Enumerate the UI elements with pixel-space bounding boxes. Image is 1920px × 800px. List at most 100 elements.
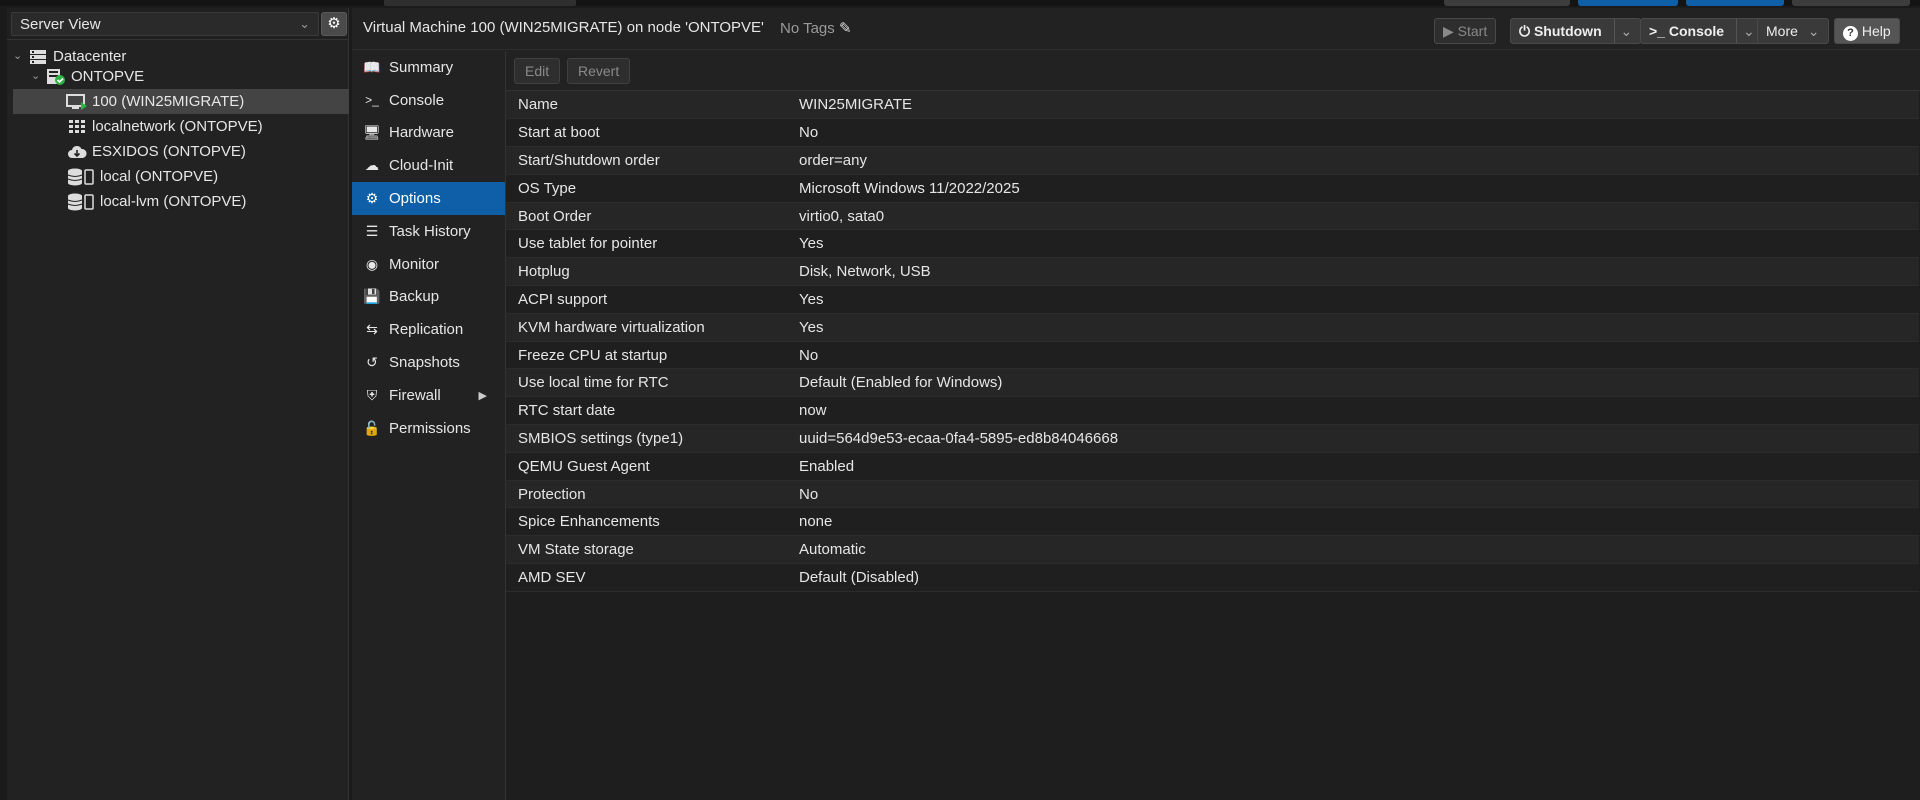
gear-icon[interactable]: ⚙ [321,12,347,36]
option-key: Freeze CPU at startup [506,341,787,370]
start-button[interactable]: ▶ Start [1434,18,1497,44]
table-row[interactable]: Freeze CPU at startup No [506,341,1919,370]
console-button[interactable]: >_ Console ⌄ [1640,18,1764,44]
tree-node-localnetwork[interactable]: localnetwork (ONTOPVE) [66,114,346,139]
vm-running-icon [66,93,88,111]
user-menu-button[interactable] [1792,0,1910,6]
nav-label: Permissions [389,419,471,437]
nav-summary[interactable]: 📖 Summary [352,51,505,84]
options-panel: Edit Revert Name WIN25MIGRATE Start at boo… [505,51,1920,800]
create-vm-button[interactable] [1578,0,1678,6]
tree-node-esxidos[interactable]: ESXIDOS (ONTOPVE) [66,139,346,164]
nav-replication[interactable]: ⇆ Replication [352,313,505,346]
config-nav: 📖 Summary >_ Console 🖥 Hardware ☁ Cloud-Init… [352,51,505,800]
more-button[interactable]: More ⌄ [1757,18,1829,44]
chevron-down-icon[interactable]: ⌄ [1735,19,1755,43]
pencil-icon[interactable]: ✎ [839,20,852,37]
tree-node-label: local-lvm (ONTOPVE) [100,193,247,210]
nav-options[interactable]: ⚙ Options [352,182,505,215]
tags-editor[interactable]: No Tags ✎ [780,19,852,37]
top-button[interactable] [1444,0,1570,6]
tree-toolbar: Server View ⌄ ⚙ [7,8,348,40]
options-grid: Name WIN25MIGRATE Start at boot No Start/Shu… [506,91,1919,592]
nav-monitor[interactable]: ◉ Monitor [352,248,505,281]
table-row[interactable]: KVM hardware virtualization Yes [506,313,1919,342]
proxmox-logo [12,0,202,6]
nav-cloud-init[interactable]: ☁ Cloud-Init [352,149,505,182]
nav-label: Snapshots [389,354,460,372]
table-row[interactable]: Use local time for RTC Default (Enabled f… [506,368,1919,398]
terminal-icon: >_ [1649,23,1665,39]
nav-task-history[interactable]: ☰ Task History [352,215,505,248]
option-value: virtio0, sata0 [787,202,1919,231]
node-icon [45,68,67,86]
help-label: Help [1861,23,1891,39]
table-row[interactable]: Start at boot No [506,118,1919,148]
list-icon: ☰ [365,222,379,239]
table-row[interactable]: ACPI support Yes [506,285,1919,314]
tags-label: No Tags [780,20,835,37]
table-row[interactable]: RTC start date now [506,396,1919,426]
tree-node-local[interactable]: local (ONTOPVE) [66,164,346,189]
nav-firewall[interactable]: ⛨ Firewall ▶ [352,379,505,412]
chevron-down-icon[interactable]: ⌄ [13,44,27,69]
table-row[interactable]: VM State storage Automatic [506,535,1919,565]
table-row[interactable]: Boot Order virtio0, sata0 [506,202,1919,231]
tree-node-label: 100 (WIN25MIGRATE) [92,93,245,110]
chevron-down-icon[interactable]: ⌄ [31,64,45,89]
more-label: More [1766,23,1798,39]
option-value: Default (Enabled for Windows) [787,368,1919,398]
option-value: No [787,341,1919,370]
option-key: Name [506,91,787,120]
view-select[interactable]: Server View ⌄ [11,12,319,36]
table-row[interactable]: Use tablet for pointer Yes [506,229,1919,259]
nav-label: Backup [389,288,440,306]
table-row[interactable]: Protection No [506,480,1919,509]
nav-label: Console [389,91,445,109]
nav-backup[interactable]: 💾 Backup [352,281,505,314]
tree-node-local-lvm[interactable]: local-lvm (ONTOPVE) [66,189,346,214]
tree-node-ontopve[interactable]: ⌄ ONTOPVE [31,64,349,89]
cloud-storage-icon [66,143,88,161]
table-row[interactable]: Start/Shutdown order order=any [506,146,1919,175]
option-key: Spice Enhancements [506,507,787,537]
help-button[interactable]: ? Help [1834,18,1900,44]
chevron-down-icon[interactable]: ⌄ [1613,19,1632,43]
nav-label: Firewall [389,386,441,404]
shutdown-button[interactable]: ⏻ Shutdown ⌄ [1510,18,1642,44]
chevron-right-icon[interactable]: ▶ [479,389,487,402]
tree-node-label: local (ONTOPVE) [100,168,219,185]
tree-node-vm-100[interactable]: 100 (WIN25MIGRATE) [13,89,349,114]
nav-snapshots[interactable]: ↺ Snapshots [352,346,505,379]
option-key: AMD SEV [506,563,787,592]
revert-button[interactable]: Revert [567,58,631,84]
nav-permissions[interactable]: 🔓 Permissions [352,412,505,445]
option-value: Default (Disabled) [787,563,1919,592]
option-key: RTC start date [506,396,787,426]
table-row[interactable]: QEMU Guest Agent Enabled [506,452,1919,481]
option-value: none [787,507,1919,537]
table-row[interactable]: SMBIOS settings (type1) uuid=564d9e53-eca… [506,424,1919,453]
table-row[interactable]: Spice Enhancements none [506,507,1919,537]
tree-node-label: localnetwork (ONTOPVE) [92,118,263,135]
table-row[interactable]: Name WIN25MIGRATE [506,91,1919,120]
table-row[interactable]: OS Type Microsoft Windows 11/2022/2025 [506,174,1919,203]
table-row[interactable]: Hotplug Disk, Network, USB [506,257,1919,287]
create-ct-button[interactable] [1686,0,1784,6]
table-row[interactable]: AMD SEV Default (Disabled) [506,563,1919,592]
nav-console[interactable]: >_ Console [352,84,505,117]
gear-icon: ⚙ [365,190,379,207]
nav-label: Task History [389,222,471,240]
summary-icon: 📖 [363,58,381,75]
edit-button[interactable]: Edit [514,58,561,84]
nav-hardware[interactable]: 🖥 Hardware [352,117,505,150]
main-panel: Virtual Machine 100 (WIN25MIGRATE) on no… [352,8,1920,800]
option-key: QEMU Guest Agent [506,452,787,481]
search-input[interactable] [384,0,576,6]
option-value: Microsoft Windows 11/2022/2025 [787,174,1919,203]
option-value: now [787,396,1919,426]
chevron-down-icon: ⌄ [299,16,310,31]
nav-label: Hardware [389,124,455,142]
retweet-icon: ⇆ [366,321,378,338]
nav-label: Options [389,190,441,208]
